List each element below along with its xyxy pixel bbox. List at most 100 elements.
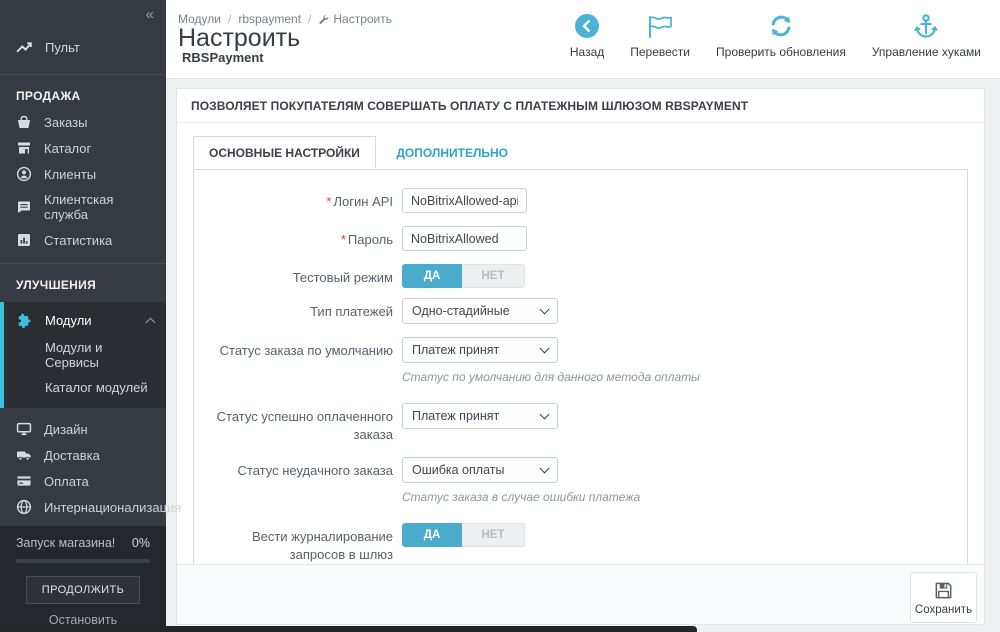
back-button[interactable]: Назад	[557, 12, 617, 59]
page-subtitle: RBSPayment	[182, 50, 264, 65]
select-value: Платеж принят	[412, 409, 541, 423]
trending-up-icon	[16, 39, 33, 56]
onboarding-title: Запуск магазина!	[16, 536, 115, 550]
sidebar-section-sales: ПРОДАЖА	[0, 75, 166, 109]
field-label: *Пароль	[194, 226, 402, 251]
field-hint: Статус заказа в случае ошибки платежа	[402, 490, 947, 504]
sidebar-item-modules-services[interactable]: Модули и Сервисы	[4, 335, 166, 375]
module-description: ПОЗВОЛЯЕТ ПОКУПАТЕЛЯМ СОВЕРШАТЬ ОПЛАТУ С…	[177, 89, 984, 123]
refresh-icon	[716, 12, 846, 40]
chevron-up-icon	[146, 318, 156, 328]
toggle-no[interactable]: НЕТ	[462, 264, 525, 288]
sidebar-item-label: Дизайн	[44, 422, 88, 437]
sidebar-item-label: Клиентская служба	[44, 192, 150, 222]
field-label: Вести журналирование запросов в шлюз	[194, 523, 402, 563]
sidebar-item-label: Интернационализация	[44, 500, 181, 515]
sidebar-item-international[interactable]: Интернационализация	[0, 494, 166, 520]
sidebar-item-label: Оплата	[44, 474, 89, 489]
flag-icon	[630, 12, 690, 40]
sidebar-item-dashboard[interactable]: Пульт	[0, 23, 166, 74]
back-icon	[570, 12, 604, 40]
select-value: Платеж принят	[412, 343, 541, 357]
onboarding-stop-link[interactable]: Остановить	[16, 613, 150, 627]
breadcrumb-separator: /	[308, 12, 311, 26]
chat-icon	[16, 199, 32, 215]
tab-main-settings[interactable]: ОСНОВНЫЕ НАСТРОЙКИ	[193, 136, 376, 169]
sidebar-item-orders[interactable]: Заказы	[0, 109, 166, 135]
sidebar-item-customers[interactable]: Клиенты	[0, 161, 166, 187]
sidebar-item-stats[interactable]: Статистика	[0, 227, 166, 253]
sidebar-item-design[interactable]: Дизайн	[0, 416, 166, 442]
sidebar-item-label: Клиенты	[44, 167, 96, 182]
field-label: Статус неудачного заказа	[194, 457, 402, 504]
password-input[interactable]	[402, 226, 527, 251]
form-row-payment-type: Тип платежей Одно-стадийные	[194, 298, 947, 324]
success-status-select[interactable]: Платеж принят	[402, 403, 558, 429]
person-circle-icon	[16, 166, 32, 182]
module-config-panel: ПОЗВОЛЯЕТ ПОКУПАТЕЛЯМ СОВЕРШАТЬ ОПЛАТУ С…	[176, 88, 985, 625]
field-label: Тип платежей	[194, 298, 402, 324]
form-row-logging: Вести журналирование запросов в шлюз ДА …	[194, 523, 947, 563]
sidebar: « Пульт ПРОДАЖА Заказы Каталог Клиенты К…	[0, 0, 166, 632]
form-row-fail-status: Статус неудачного заказа Ошибка оплаты С…	[194, 457, 947, 504]
bar-chart-icon	[16, 232, 32, 248]
sidebar-section-improve: УЛУЧШЕНИЯ	[0, 264, 166, 298]
required-mark: *	[341, 232, 346, 247]
onboarding-progress-bar	[16, 559, 150, 563]
manage-hooks-button[interactable]: Управление хуками	[859, 12, 994, 59]
chevron-down-icon	[540, 410, 550, 420]
form-row-password: *Пароль	[194, 226, 947, 251]
logging-toggle[interactable]: ДА НЕТ	[402, 523, 525, 547]
field-label: Статус заказа по умолчанию	[194, 337, 402, 384]
sidebar-item-label: Модули	[45, 313, 92, 328]
field-label: Статус успешно оплаченного заказа	[194, 403, 402, 443]
toggle-yes[interactable]: ДА	[402, 264, 462, 288]
check-updates-button[interactable]: Проверить обновления	[703, 12, 859, 59]
select-value: Одно-стадийные	[412, 304, 541, 318]
sidebar-modules-block: Модули Модули и Сервисы Каталог модулей	[0, 302, 166, 408]
payment-type-select[interactable]: Одно-стадийные	[402, 298, 558, 324]
form-row-success-status: Статус успешно оплаченного заказа Платеж…	[194, 403, 947, 443]
chevron-down-icon	[540, 305, 550, 315]
form-row-default-status: Статус заказа по умолчанию Платеж принят…	[194, 337, 947, 384]
window-bottom-edge	[0, 626, 697, 632]
truck-icon	[16, 447, 32, 463]
anchor-icon	[872, 12, 981, 40]
test-mode-toggle[interactable]: ДА НЕТ	[402, 264, 525, 288]
field-label: *Логин API	[194, 188, 402, 213]
sidebar-item-modules-catalog[interactable]: Каталог модулей	[4, 375, 166, 400]
onboarding-percent: 0%	[132, 536, 150, 550]
credit-card-icon	[16, 473, 32, 489]
toggle-no[interactable]: НЕТ	[462, 523, 525, 547]
api-login-input[interactable]	[402, 188, 527, 213]
header-actions: Назад Перевести Проверить обновления Упр…	[557, 12, 994, 59]
tab-additional[interactable]: ДОПОЛНИТЕЛЬНО	[380, 136, 524, 169]
toggle-yes[interactable]: ДА	[402, 523, 462, 547]
panel-footer: Сохранить	[177, 564, 984, 624]
puzzle-icon	[16, 312, 33, 329]
sidebar-item-payment[interactable]: Оплата	[0, 468, 166, 494]
settings-form: *Логин API *Пароль Тестовый режим Д	[193, 169, 968, 597]
sidebar-item-modules[interactable]: Модули	[4, 306, 166, 335]
select-value: Ошибка оплаты	[412, 463, 541, 477]
sidebar-collapse-button[interactable]: «	[0, 0, 166, 23]
default-status-select[interactable]: Платеж принят	[402, 337, 558, 363]
sidebar-item-catalog[interactable]: Каталог	[0, 135, 166, 161]
save-button[interactable]: Сохранить	[910, 572, 977, 623]
onboarding-panel: Запуск магазина! 0% ПРОДОЛЖИТЬ Остановит…	[0, 526, 166, 632]
sidebar-item-customer-service[interactable]: Клиентская служба	[0, 187, 166, 227]
basket-icon	[16, 114, 32, 130]
chevron-down-icon	[540, 464, 550, 474]
tabs: ОСНОВНЫЕ НАСТРОЙКИ ДОПОЛНИТЕЛЬНО	[193, 136, 968, 169]
onboarding-continue-button[interactable]: ПРОДОЛЖИТЬ	[26, 576, 140, 604]
wrench-icon	[318, 14, 329, 25]
breadcrumb-item-configure: Настроить	[318, 12, 392, 26]
collapse-icon: «	[146, 6, 152, 23]
sidebar-item-label: Статистика	[44, 233, 112, 248]
sidebar-item-label: Пульт	[45, 40, 80, 55]
translate-button[interactable]: Перевести	[617, 12, 703, 59]
globe-icon	[16, 499, 32, 515]
sidebar-item-shipping[interactable]: Доставка	[0, 442, 166, 468]
fail-status-select[interactable]: Ошибка оплаты	[402, 457, 558, 483]
required-mark: *	[326, 194, 331, 209]
